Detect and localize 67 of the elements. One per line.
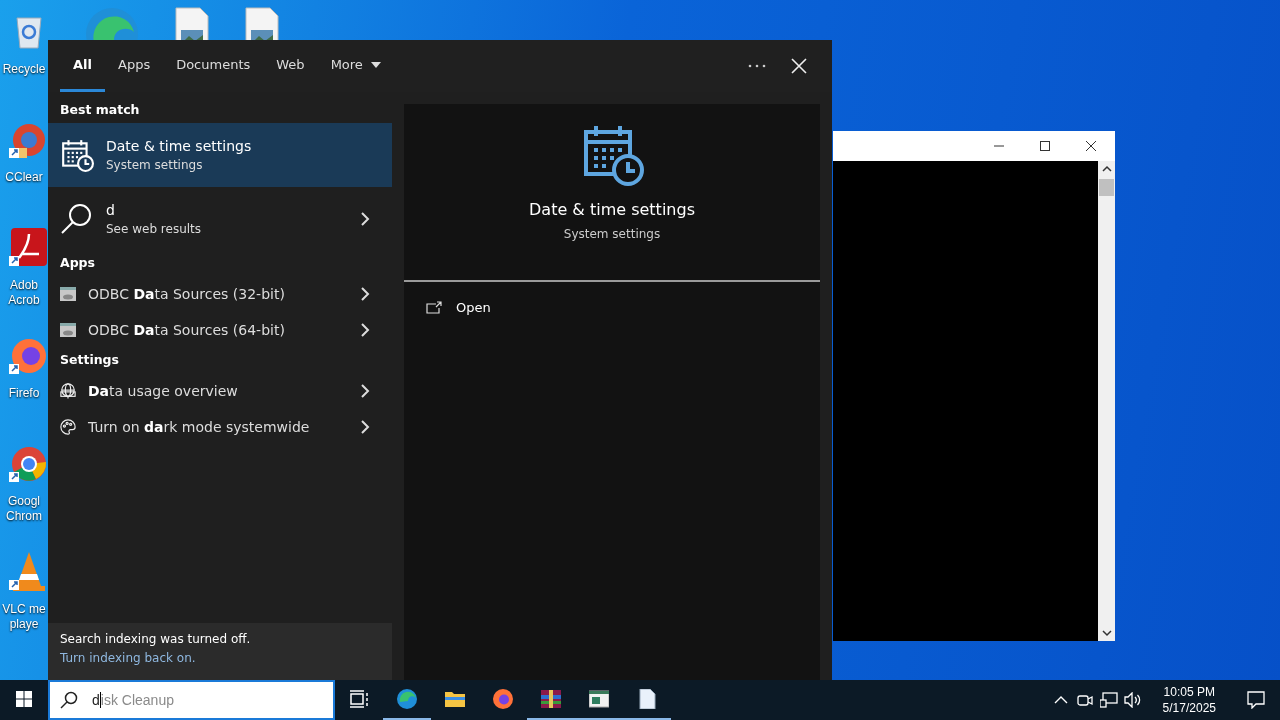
windows-logo-icon	[16, 691, 32, 707]
result-item[interactable]: Data usage overview	[48, 373, 392, 409]
browser-icon	[493, 689, 513, 709]
calendar-clock-icon	[60, 138, 94, 172]
document-app-icon	[9, 226, 49, 268]
palette-icon	[60, 418, 76, 436]
chevron-icon	[360, 287, 370, 301]
notice-text: Search indexing was turned off.	[60, 632, 252, 646]
preview-subtitle: System settings	[563, 227, 661, 241]
result-item[interactable]: ODBC Data Sources (32-bit)	[48, 276, 392, 312]
preview-title: Date & time settings	[529, 200, 695, 219]
volume-icon	[1123, 692, 1142, 708]
result-item[interactable]: Date & time settings System settings	[48, 123, 392, 187]
scroll-thumb[interactable]	[1099, 179, 1114, 196]
chevron-icon	[360, 323, 370, 337]
section-heading: Best match	[59, 101, 141, 119]
ellipsis-icon	[748, 64, 766, 68]
search-icon	[60, 691, 78, 709]
result-subtitle: See web results	[106, 222, 203, 236]
archive-icon	[541, 689, 561, 709]
result-title: d	[106, 202, 116, 218]
database-window-icon	[60, 287, 76, 301]
chevron-up-icon	[1053, 695, 1068, 705]
filter-tab[interactable]: Web	[263, 40, 318, 92]
section-heading: Settings	[59, 351, 120, 369]
scroll-up-icon	[1101, 165, 1112, 173]
close-icon	[1085, 140, 1097, 152]
close-icon	[791, 58, 807, 74]
chevron-icon	[360, 384, 370, 398]
scrollbar[interactable]	[1098, 161, 1115, 641]
open-action[interactable]: Open	[426, 300, 491, 315]
filter-tab[interactable]: Documents	[163, 40, 264, 92]
result-title: ODBC Data Sources (64-bit)	[88, 322, 286, 338]
database-window-icon	[60, 323, 76, 337]
caret-icon	[370, 61, 381, 68]
filter-tab[interactable]: Apps	[105, 40, 164, 92]
result-title: ODBC Data Sources (32-bit)	[88, 286, 286, 302]
clock-button[interactable]: 10:05 PM 5/17/2025	[1152, 680, 1226, 720]
filter-tab[interactable]: All	[60, 40, 105, 92]
scroll-down-icon	[1101, 629, 1112, 637]
search-field[interactable]: disk Cleanup	[48, 680, 335, 720]
camera-icon	[1076, 692, 1093, 708]
search-text: d	[92, 692, 101, 708]
result-title: Date & time settings	[106, 138, 253, 154]
edge-browser-icon	[397, 689, 417, 709]
result-title: Turn on dark mode systemwide	[88, 419, 311, 435]
result-subtitle: System settings	[106, 158, 204, 172]
folder-icon	[445, 689, 465, 709]
result-item[interactable]: Turn on dark mode systemwide	[48, 409, 392, 445]
section-heading: Apps	[59, 254, 96, 272]
network-icon	[1099, 692, 1118, 708]
search-icon	[60, 202, 94, 236]
chevron-icon	[360, 420, 370, 434]
open-window-icon	[426, 300, 442, 315]
task-view-icon	[349, 689, 369, 709]
document-icon	[637, 689, 657, 709]
globe-monitor-icon	[60, 382, 76, 400]
result-title: Data usage overview	[88, 383, 239, 399]
result-item[interactable]: ODBC Data Sources (64-bit)	[48, 312, 392, 348]
speech-bubble-icon	[1247, 691, 1265, 709]
app-window-icon	[589, 689, 609, 709]
search-suggestion: isk Cleanup	[100, 692, 174, 708]
result-item[interactable]: d See web results	[48, 187, 392, 251]
indexing-link[interactable]: Turn indexing back on.	[60, 651, 196, 665]
more-dropdown[interactable]: More	[317, 40, 394, 92]
chevron-icon	[360, 212, 370, 226]
maximize-icon	[1039, 140, 1051, 152]
